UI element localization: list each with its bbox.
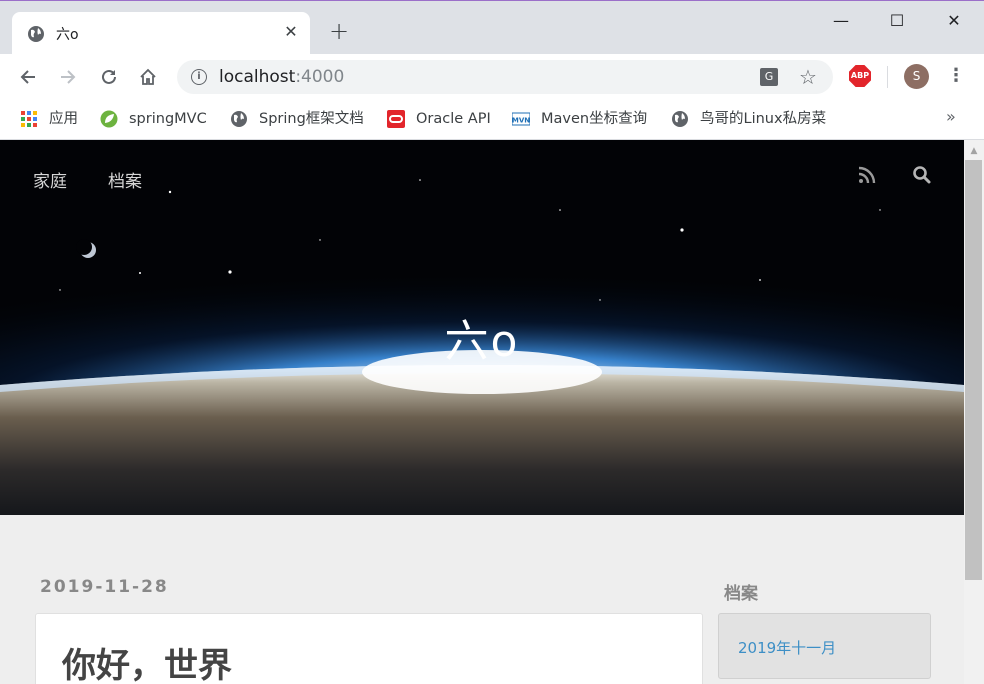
archive-month-link[interactable]: 2019年十一月: [738, 637, 836, 658]
url-text[interactable]: localhost:4000: [219, 67, 344, 87]
home-icon: [140, 68, 156, 85]
page-viewport: 家庭 档案 六o 2019-11-28 你好，世界 档案 2019年十一月: [0, 140, 964, 684]
search-icon[interactable]: [912, 165, 932, 185]
page-scrollbar[interactable]: ▲: [964, 140, 984, 684]
adblock-icon[interactable]: ABP: [849, 65, 871, 87]
post-card: 你好，世界: [35, 613, 703, 684]
avatar[interactable]: S: [904, 64, 929, 89]
home-button[interactable]: [136, 65, 160, 89]
new-tab-button[interactable]: +: [327, 19, 351, 43]
sidebar-archive-box: 2019年十一月: [718, 613, 931, 679]
maximize-button[interactable]: ☐: [882, 9, 912, 33]
scrollbar-thumb[interactable]: [965, 160, 982, 580]
reload-button[interactable]: [97, 65, 121, 89]
svg-text:MVN: MVN: [512, 117, 530, 125]
back-button[interactable]: [16, 65, 40, 89]
toolbar-divider: [887, 66, 888, 88]
oracle-icon: [387, 110, 405, 128]
bookmarks-overflow-button[interactable]: »: [946, 107, 956, 126]
site-title[interactable]: 六o: [0, 305, 964, 369]
globe-icon: [28, 26, 44, 42]
browser-tab[interactable]: 六o ✕: [12, 12, 310, 55]
nav-archive-link[interactable]: 档案: [108, 167, 142, 192]
globe-icon: [231, 111, 247, 127]
close-window-button[interactable]: ✕: [939, 9, 969, 33]
info-icon[interactable]: i: [191, 69, 207, 85]
spring-leaf-icon: [100, 110, 118, 128]
address-bar[interactable]: i localhost:4000 G ☆: [177, 60, 833, 94]
post-date: 2019-11-28: [40, 577, 169, 597]
translate-icon[interactable]: G: [760, 68, 778, 86]
hero-banner: 家庭 档案 六o: [0, 140, 964, 515]
forward-button[interactable]: [56, 65, 80, 89]
menu-kebab-icon[interactable]: ⋮: [947, 64, 965, 88]
arrow-left-icon: [20, 70, 35, 84]
apps-grid-icon: [21, 111, 37, 127]
globe-icon: [672, 111, 688, 127]
maven-icon: MVN: [512, 112, 530, 126]
minimize-button[interactable]: —: [826, 9, 856, 33]
tab-title: 六o: [56, 27, 79, 43]
scroll-up-arrow-icon[interactable]: ▲: [964, 140, 984, 160]
rss-icon[interactable]: [858, 166, 876, 184]
post-title[interactable]: 你好，世界: [62, 638, 232, 684]
nav-home-link[interactable]: 家庭: [33, 167, 67, 192]
arrow-right-icon: [61, 70, 76, 84]
title-bar: 六o ✕ + — ☐ ✕: [0, 0, 984, 55]
browser-toolbar: i localhost:4000 G ☆ ABP S ⋮: [0, 54, 984, 100]
reload-icon: [102, 69, 116, 84]
star-icon[interactable]: ☆: [799, 65, 817, 89]
tab-close-icon[interactable]: ✕: [282, 22, 300, 42]
bookmarks-bar: 应用 springMVC Spring框架文档 Oracle API MVN M…: [0, 100, 984, 140]
sidebar-archive-heading: 档案: [724, 584, 758, 604]
